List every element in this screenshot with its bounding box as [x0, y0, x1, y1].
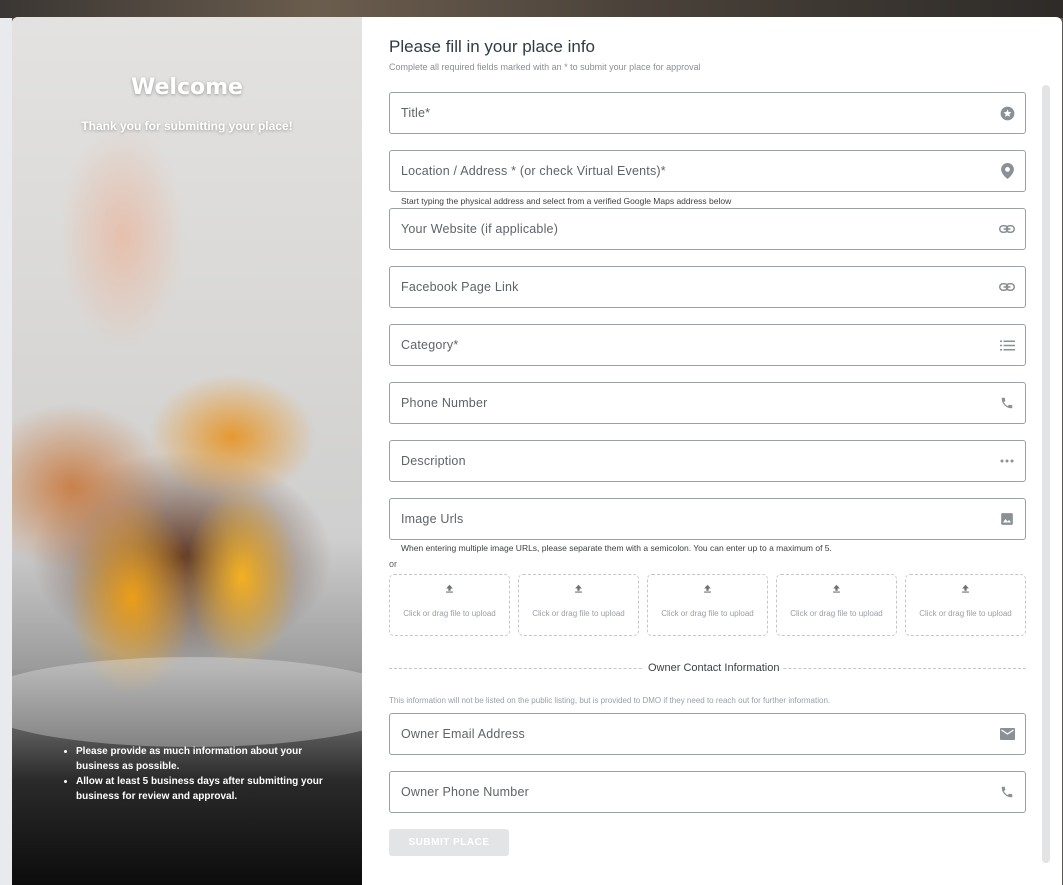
- facebook-placeholder: Facebook Page Link: [401, 280, 519, 294]
- form-scrollbar[interactable]: [1042, 85, 1050, 863]
- hero-bullet-list: Please provide as much information about…: [76, 744, 336, 804]
- star-circle-icon: [999, 105, 1015, 121]
- upload-arrow-icon: [777, 584, 896, 593]
- website-field[interactable]: Your Website (if applicable): [389, 208, 1026, 250]
- description-placeholder: Description: [401, 454, 466, 468]
- hero-bullet: Please provide as much information about…: [76, 744, 336, 774]
- image-urls-placeholder: Image Urls: [401, 512, 464, 526]
- upload-label: Click or drag file to upload: [661, 609, 754, 618]
- place-form: Please fill in your place info Complete …: [362, 17, 1062, 885]
- website-placeholder: Your Website (if applicable): [401, 222, 559, 236]
- upload-label: Click or drag file to upload: [790, 609, 883, 618]
- owner-email-placeholder: Owner Email Address: [401, 727, 525, 741]
- owner-phone-field[interactable]: Owner Phone Number: [389, 771, 1026, 813]
- upload-box[interactable]: Click or drag file to upload: [647, 574, 768, 636]
- image-urls-field[interactable]: Image Urls: [389, 498, 1026, 540]
- welcome-subtitle: Thank you for submitting your place!: [81, 119, 293, 133]
- upload-label: Click or drag file to upload: [532, 609, 625, 618]
- upload-box[interactable]: Click or drag file to upload: [905, 574, 1026, 636]
- submit-place-modal: Welcome Thank you for submitting your pl…: [12, 17, 1062, 885]
- upload-box[interactable]: Click or drag file to upload: [776, 574, 897, 636]
- plate-decoration: [12, 657, 362, 747]
- upload-arrow-icon: [390, 584, 509, 593]
- location-field[interactable]: Location / Address * (or check Virtual E…: [389, 150, 1026, 192]
- more-dots-icon: [999, 453, 1015, 469]
- welcome-heading: Welcome: [131, 75, 243, 100]
- facebook-field[interactable]: Facebook Page Link: [389, 266, 1026, 308]
- page-backdrop: [0, 0, 1063, 18]
- submit-place-button[interactable]: SUBMIT PLACE: [389, 829, 509, 856]
- owner-section-label: Owner Contact Information: [644, 662, 784, 674]
- location-placeholder: Location / Address * (or check Virtual E…: [401, 164, 666, 178]
- hero-bullet: Allow at least 5 business days after sub…: [76, 774, 336, 804]
- image-urls-hint: When entering multiple image URLs, pleas…: [401, 543, 832, 553]
- phone-icon: [999, 395, 1015, 411]
- or-separator: or: [389, 559, 398, 569]
- category-placeholder: Category*: [401, 338, 459, 352]
- upload-box[interactable]: Click or drag file to upload: [389, 574, 510, 636]
- link-icon: [999, 279, 1015, 295]
- map-pin-icon: [999, 163, 1015, 179]
- list-icon: [999, 337, 1015, 353]
- owner-phone-placeholder: Owner Phone Number: [401, 785, 529, 799]
- title-field[interactable]: Title*: [389, 92, 1026, 134]
- owner-email-field[interactable]: Owner Email Address: [389, 713, 1026, 755]
- upload-arrow-icon: [519, 584, 638, 593]
- form-subtitle: Complete all required fields marked with…: [389, 62, 701, 72]
- upload-label: Click or drag file to upload: [403, 609, 496, 618]
- owner-note: This information will not be listed on t…: [389, 696, 831, 705]
- upload-label: Click or drag file to upload: [919, 609, 1012, 618]
- location-hint: Start typing the physical address and se…: [401, 196, 732, 206]
- page-backdrop-left: [0, 18, 12, 885]
- upload-box[interactable]: Click or drag file to upload: [518, 574, 639, 636]
- image-icon: [999, 511, 1015, 527]
- upload-arrow-icon: [906, 584, 1025, 593]
- link-icon: [999, 221, 1015, 237]
- phone-field[interactable]: Phone Number: [389, 382, 1026, 424]
- category-field[interactable]: Category*: [389, 324, 1026, 366]
- phone-icon: [999, 784, 1015, 800]
- title-placeholder: Title*: [401, 106, 431, 120]
- mail-icon: [999, 726, 1015, 742]
- form-title: Please fill in your place info: [389, 37, 596, 56]
- description-field[interactable]: Description: [389, 440, 1026, 482]
- phone-placeholder: Phone Number: [401, 396, 488, 410]
- hero-image-panel: Welcome Thank you for submitting your pl…: [12, 17, 362, 885]
- upload-arrow-icon: [648, 584, 767, 593]
